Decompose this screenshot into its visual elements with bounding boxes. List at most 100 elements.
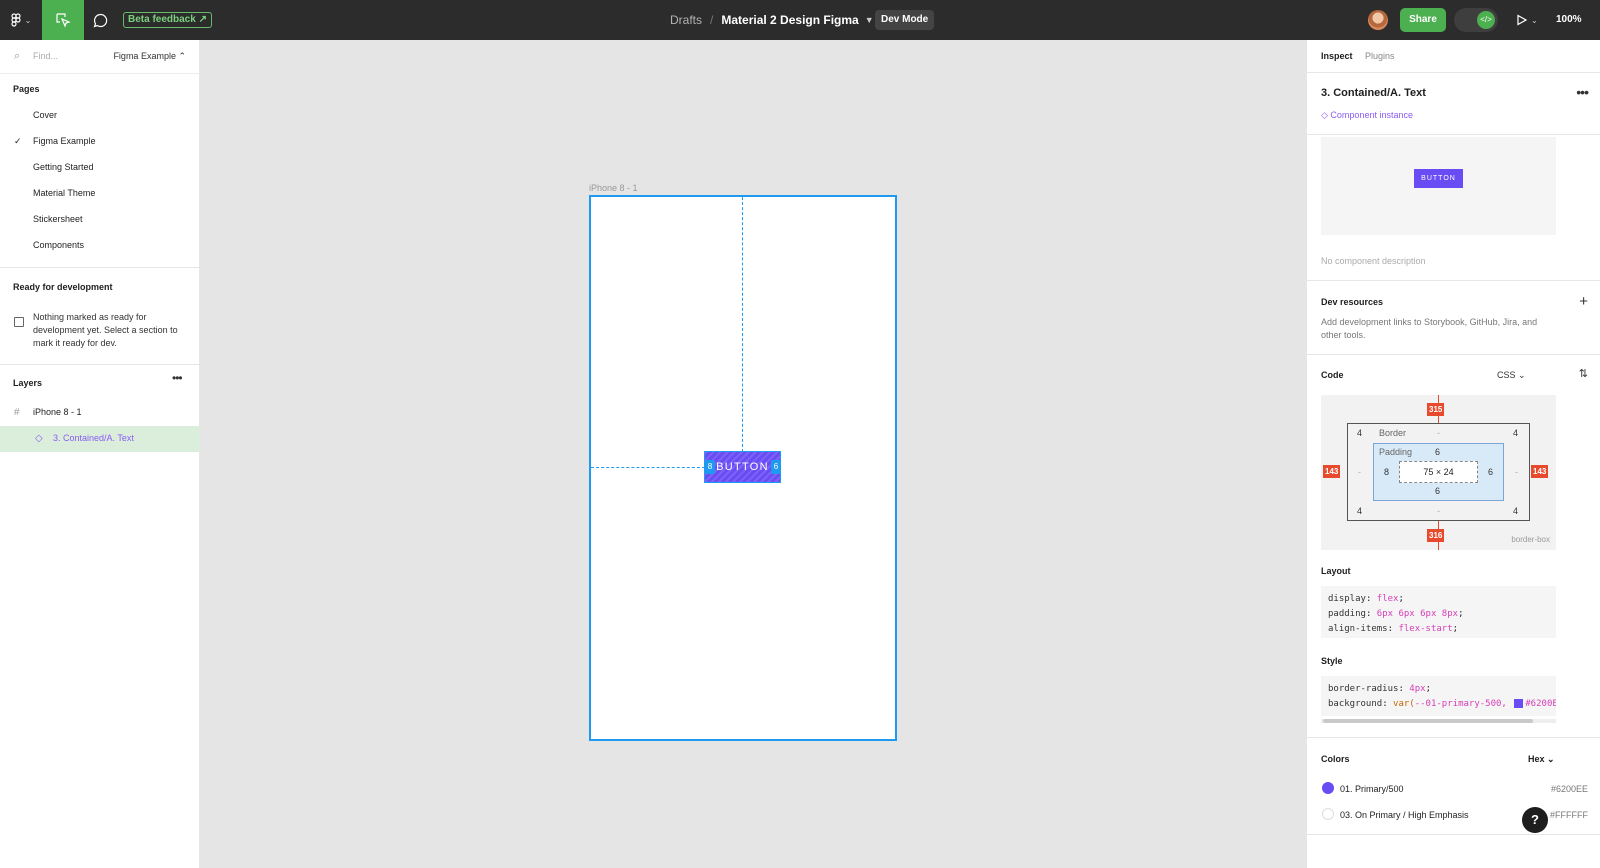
present-button[interactable]: ⌄ xyxy=(1516,0,1538,40)
cursor-frame-icon xyxy=(56,13,71,28)
color-swatch xyxy=(1514,699,1524,708)
code-settings-icon[interactable]: ⇅ xyxy=(1579,367,1588,380)
breadcrumb-drafts-link[interactable]: Drafts xyxy=(670,13,702,27)
divider xyxy=(0,364,200,365)
left-sidebar: ⌕ Find... Figma Example ⌃ Pages Cover ✓ … xyxy=(0,40,200,868)
add-dev-resource-button[interactable]: + xyxy=(1579,293,1588,310)
code-language-select[interactable]: CSS ⌄ xyxy=(1497,370,1526,381)
help-button[interactable]: ? xyxy=(1522,807,1548,833)
page-item-getting-started[interactable]: Getting Started xyxy=(33,162,94,172)
find-bar: ⌕ Find... Figma Example ⌃ xyxy=(0,40,200,74)
ready-for-dev-empty-text: Nothing marked as ready for development … xyxy=(33,312,178,348)
margin-left-value: 143 xyxy=(1323,465,1341,478)
file-name[interactable]: Material 2 Design Figma xyxy=(721,13,858,27)
divider xyxy=(1307,354,1600,355)
css-hex: #6200EE xyxy=(1525,699,1556,709)
css-value: flex xyxy=(1376,594,1399,604)
page-item-stickersheet[interactable]: Stickersheet xyxy=(33,214,83,224)
pages-heading: Pages xyxy=(13,84,40,94)
more-icon[interactable]: ••• xyxy=(1576,84,1589,100)
margin-top-value: 315 xyxy=(1427,403,1445,416)
layer-row[interactable]: # iPhone 8 - 1 xyxy=(0,400,200,426)
layer-row-selected[interactable]: ◇ 3. Contained/A. Text xyxy=(0,426,200,452)
main-menu-button[interactable]: ⌄ xyxy=(0,0,42,40)
colors-heading: Colors xyxy=(1321,754,1350,764)
style-heading: Style xyxy=(1321,656,1343,666)
border-bottom-left: 4 xyxy=(1357,506,1363,516)
color-hex[interactable]: #FFFFFF xyxy=(1550,810,1588,820)
toolbar: ⌄ Beta feedback ↗ Drafts / Material 2 De… xyxy=(0,0,1600,40)
page-item-cover[interactable]: Cover xyxy=(33,110,57,120)
code-heading: Code xyxy=(1321,370,1344,380)
color-format-select[interactable]: Hex ⌄ xyxy=(1528,754,1555,765)
code-icon: </> xyxy=(1477,11,1495,29)
component-instance-icon: ◇ xyxy=(35,433,43,444)
ready-for-dev-heading: Ready for development xyxy=(13,282,113,292)
box-model: 315 316 143 143 4 Border - 4 - - 4 - 4 P… xyxy=(1321,395,1556,550)
component-instance-link[interactable]: ◇ Component instance xyxy=(1321,110,1413,121)
divider xyxy=(1307,280,1600,281)
css-property: align-items xyxy=(1328,624,1388,634)
page-item-material-theme[interactable]: Material Theme xyxy=(33,188,95,198)
color-hex[interactable]: #6200EE xyxy=(1551,784,1588,794)
css-value: flex-start xyxy=(1398,624,1453,634)
selected-button-instance[interactable]: BUTTON xyxy=(704,451,781,483)
play-icon xyxy=(1517,14,1528,26)
find-input[interactable]: Find... xyxy=(33,51,58,61)
border-top-left: 4 xyxy=(1357,428,1363,438)
checkmark-icon: ✓ xyxy=(14,136,22,146)
inspect-panel: Inspect Plugins 3. Contained/A. Text •••… xyxy=(1306,40,1600,868)
border-label: Border xyxy=(1379,428,1407,438)
layers-heading: Layers xyxy=(13,378,43,388)
layer-label: iPhone 8 - 1 xyxy=(33,407,82,417)
border-top-right: 4 xyxy=(1513,428,1519,438)
color-name[interactable]: 03. On Primary / High Emphasis xyxy=(1340,810,1469,820)
margin-right-value: 143 xyxy=(1531,465,1549,478)
color-name[interactable]: 01. Primary/500 xyxy=(1340,784,1404,794)
page-item-components[interactable]: Components xyxy=(33,240,84,250)
dev-mode-toggle[interactable]: </> xyxy=(1454,8,1498,32)
css-function: var( xyxy=(1393,699,1415,709)
divider xyxy=(1307,834,1600,835)
page-item-figma-example[interactable]: Figma Example xyxy=(33,136,96,146)
padding-left-tag: 8 xyxy=(705,460,715,474)
border-top-value: - xyxy=(1437,428,1440,438)
tab-inspect[interactable]: Inspect xyxy=(1321,51,1353,61)
margin-bottom-value: 316 xyxy=(1427,529,1445,542)
layout-code[interactable]: display: flex; padding: 6px 6px 6px 8px;… xyxy=(1321,586,1556,638)
chevron-down-icon[interactable]: ▼ xyxy=(865,15,874,25)
comment-tool-button[interactable] xyxy=(84,0,116,40)
share-button[interactable]: Share xyxy=(1400,8,1446,32)
breadcrumb: Drafts / Material 2 Design Figma ▼ xyxy=(670,0,874,40)
css-value: 4px xyxy=(1409,684,1426,694)
border-bottom-right: 4 xyxy=(1513,506,1519,516)
style-code[interactable]: border-radius: 4px; background: var(--01… xyxy=(1321,676,1556,716)
scrollbar-thumb[interactable] xyxy=(1323,719,1533,723)
avatar[interactable] xyxy=(1368,10,1388,30)
figma-logo-icon xyxy=(11,13,21,27)
chevron-down-icon: ⌄ xyxy=(1531,15,1538,25)
padding-label: Padding xyxy=(1379,447,1413,457)
padding-right-tag: 6 xyxy=(771,460,781,474)
color-swatch xyxy=(1322,782,1334,794)
layer-label: 3. Contained/A. Text xyxy=(53,433,134,443)
page-selector[interactable]: Figma Example ⌃ xyxy=(113,51,186,62)
search-icon: ⌕ xyxy=(14,50,21,62)
padding-bottom-value: 6 xyxy=(1435,486,1441,496)
divider xyxy=(1307,737,1600,738)
tab-plugins[interactable]: Plugins xyxy=(1365,51,1395,61)
chevron-down-icon: ⌄ xyxy=(24,15,32,25)
distance-guide-horizontal xyxy=(591,467,705,468)
frame-label[interactable]: iPhone 8 - 1 xyxy=(589,183,638,193)
beta-feedback-button[interactable]: Beta feedback ↗ xyxy=(123,12,212,28)
more-icon[interactable]: ••• xyxy=(172,371,183,385)
component-title: 3. Contained/A. Text xyxy=(1321,87,1426,99)
canvas[interactable]: iPhone 8 - 1 BUTTON 8 6 xyxy=(200,40,1306,868)
padding-right-value: 6 xyxy=(1488,467,1494,477)
dev-resources-text: Add development links to Storybook, GitH… xyxy=(1321,317,1538,340)
padding-left-value: 8 xyxy=(1384,467,1390,477)
zoom-level[interactable]: 100% xyxy=(1556,0,1582,40)
select-tool-button[interactable] xyxy=(42,0,84,40)
content-size: 75 × 24 xyxy=(1399,461,1478,483)
layout-heading: Layout xyxy=(1321,566,1351,576)
